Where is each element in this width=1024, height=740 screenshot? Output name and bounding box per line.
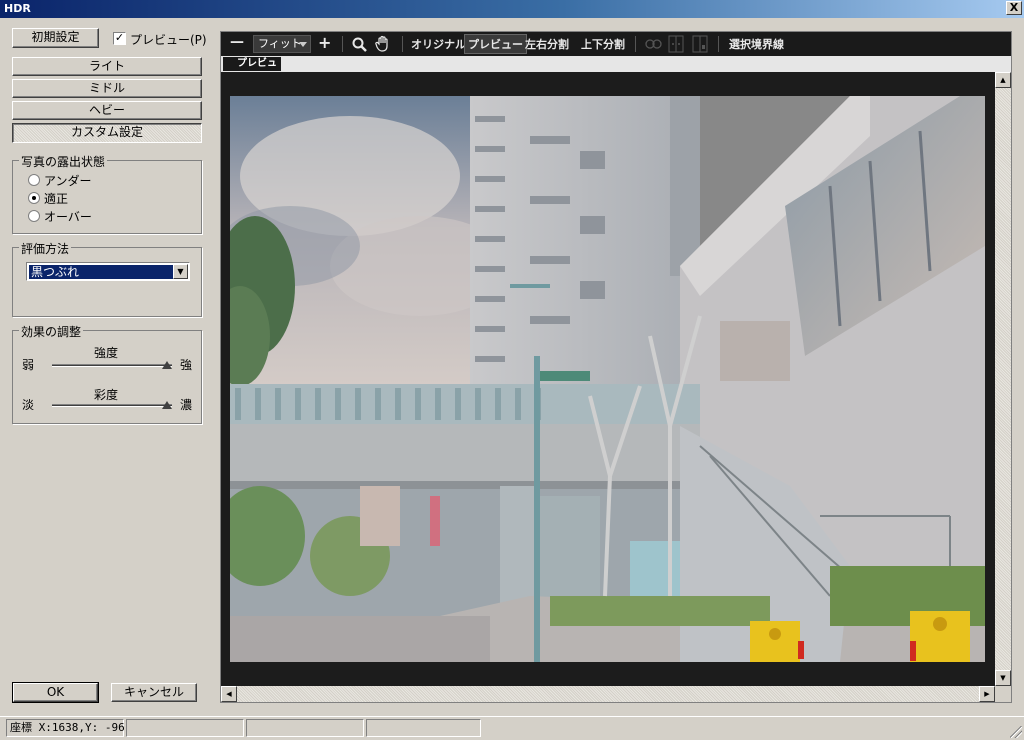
preset-custom-button[interactable]: カスタム設定	[12, 123, 202, 143]
scroll-left-button[interactable]: ◀	[221, 686, 237, 702]
zoom-out-icon[interactable]: —	[230, 34, 244, 50]
preset-light-button[interactable]: ライト	[12, 57, 202, 76]
vertical-scrollbar[interactable]: ▲ ▼	[995, 72, 1011, 686]
status-cell	[366, 719, 481, 737]
view-original-button[interactable]: オリジナル	[411, 36, 466, 52]
reset-defaults-button[interactable]: 初期設定	[12, 28, 99, 48]
hand-icon[interactable]	[375, 35, 391, 53]
magnifier-icon[interactable]	[352, 37, 368, 52]
zoom-select[interactable]: フィット	[253, 35, 311, 53]
evaluation-group-title: 評価方法	[19, 240, 72, 257]
scroll-right-arrow-icon: ▶	[984, 690, 990, 698]
exposure-proper-label[interactable]: 適正	[44, 190, 68, 207]
view-preview-button[interactable]: プレビュー	[464, 34, 527, 54]
hdr-street-photo	[230, 96, 985, 662]
exposure-group: 写真の露出状態	[12, 153, 202, 234]
close-button[interactable]: X	[1006, 1, 1022, 15]
exposure-under-radio[interactable]	[28, 174, 40, 186]
title-bar: HDR X	[0, 0, 1024, 18]
zoom-value: フィット	[258, 37, 302, 50]
preset-heavy-button[interactable]: ヘビー	[12, 101, 202, 120]
status-coordinates: 座標 X:1638,Y: -96	[6, 719, 125, 737]
dropdown-arrow-icon[interactable]: ▼	[173, 264, 188, 279]
preset-light-label: ライト	[88, 59, 125, 73]
saturation-label: 彩度	[94, 388, 119, 402]
preview-photo[interactable]	[230, 96, 985, 662]
ok-button[interactable]: OK	[12, 682, 99, 703]
status-cell	[246, 719, 364, 737]
strength-label: 強度	[94, 346, 119, 360]
reset-defaults-label: 初期設定	[31, 30, 80, 44]
cancel-button[interactable]: キャンセル	[111, 683, 197, 702]
toolbar-separator	[718, 36, 719, 52]
preset-middle-button[interactable]: ミドル	[12, 79, 202, 98]
strength-min-label: 弱	[22, 358, 35, 372]
exposure-under-label[interactable]: アンダー	[44, 172, 92, 189]
scrollbar-corner	[995, 686, 1011, 702]
strength-slider-thumb[interactable]	[162, 361, 172, 369]
split-side-icon	[668, 35, 684, 53]
ok-label: OK	[46, 685, 65, 699]
toolbar-separator	[342, 36, 343, 52]
window-title: HDR	[4, 2, 31, 15]
saturation-slider-thumb[interactable]	[162, 401, 172, 409]
exposure-proper-radio[interactable]	[28, 192, 40, 204]
status-bar: 座標 X:1638,Y: -96	[0, 716, 1024, 740]
scroll-up-button[interactable]: ▲	[995, 72, 1011, 88]
scroll-right-button[interactable]: ▶	[979, 686, 995, 702]
saturation-max-label: 濃	[180, 398, 193, 412]
toolbar-separator	[402, 36, 403, 52]
tab-preview[interactable]: プレビュー	[223, 57, 281, 83]
exposure-over-label[interactable]: オーバー	[44, 208, 92, 225]
view-split-vertical-button[interactable]: 上下分割	[581, 36, 625, 52]
cancel-label: キャンセル	[123, 685, 184, 699]
preview-tab-strip: プレビュー	[221, 56, 1011, 83]
strength-slider-track[interactable]	[52, 364, 172, 367]
zoom-dropdown-arrow-icon	[299, 42, 307, 47]
preset-heavy-label: ヘビー	[88, 103, 125, 117]
scroll-left-arrow-icon: ◀	[226, 690, 232, 698]
preset-custom-label: カスタム設定	[70, 125, 143, 139]
horizontal-scrollbar[interactable]: ◀ ▶	[221, 686, 995, 702]
exposure-group-title: 写真の露出状態	[19, 153, 108, 170]
scroll-down-button[interactable]: ▼	[995, 670, 1011, 686]
evaluation-group: 評価方法	[12, 240, 202, 317]
evaluation-method-select[interactable]: 黒つぶれ ▼	[26, 262, 190, 281]
preview-toolbar: — フィット + オリジナル プレビュー 左右分割 上下分割 選択境界線	[221, 32, 1011, 56]
link-rings-icon	[645, 39, 662, 49]
resize-grip-icon[interactable]	[1010, 726, 1022, 738]
status-cell	[126, 719, 244, 737]
preview-checkbox[interactable]: ✓	[113, 32, 126, 45]
toolbar-separator	[635, 36, 636, 52]
evaluation-method-value: 黒つぶれ	[29, 265, 173, 279]
zoom-in-icon[interactable]: +	[318, 33, 331, 52]
strength-max-label: 強	[180, 358, 193, 372]
close-icon: X	[1009, 1, 1019, 14]
scroll-down-arrow-icon: ▼	[1000, 674, 1006, 682]
exposure-over-radio[interactable]	[28, 210, 40, 222]
effect-group-title: 効果の調整	[19, 323, 84, 340]
selection-boundary-button[interactable]: 選択境界線	[729, 36, 784, 52]
split-stack-icon	[692, 35, 708, 53]
preset-middle-label: ミドル	[88, 81, 125, 95]
scroll-up-arrow-icon: ▲	[1000, 76, 1006, 84]
saturation-slider-track[interactable]	[52, 404, 172, 407]
saturation-min-label: 淡	[22, 398, 35, 412]
view-split-horizontal-button[interactable]: 左右分割	[525, 36, 569, 52]
preview-checkbox-label[interactable]: プレビュー(P)	[130, 31, 207, 48]
checkmark-icon: ✓	[114, 31, 125, 44]
